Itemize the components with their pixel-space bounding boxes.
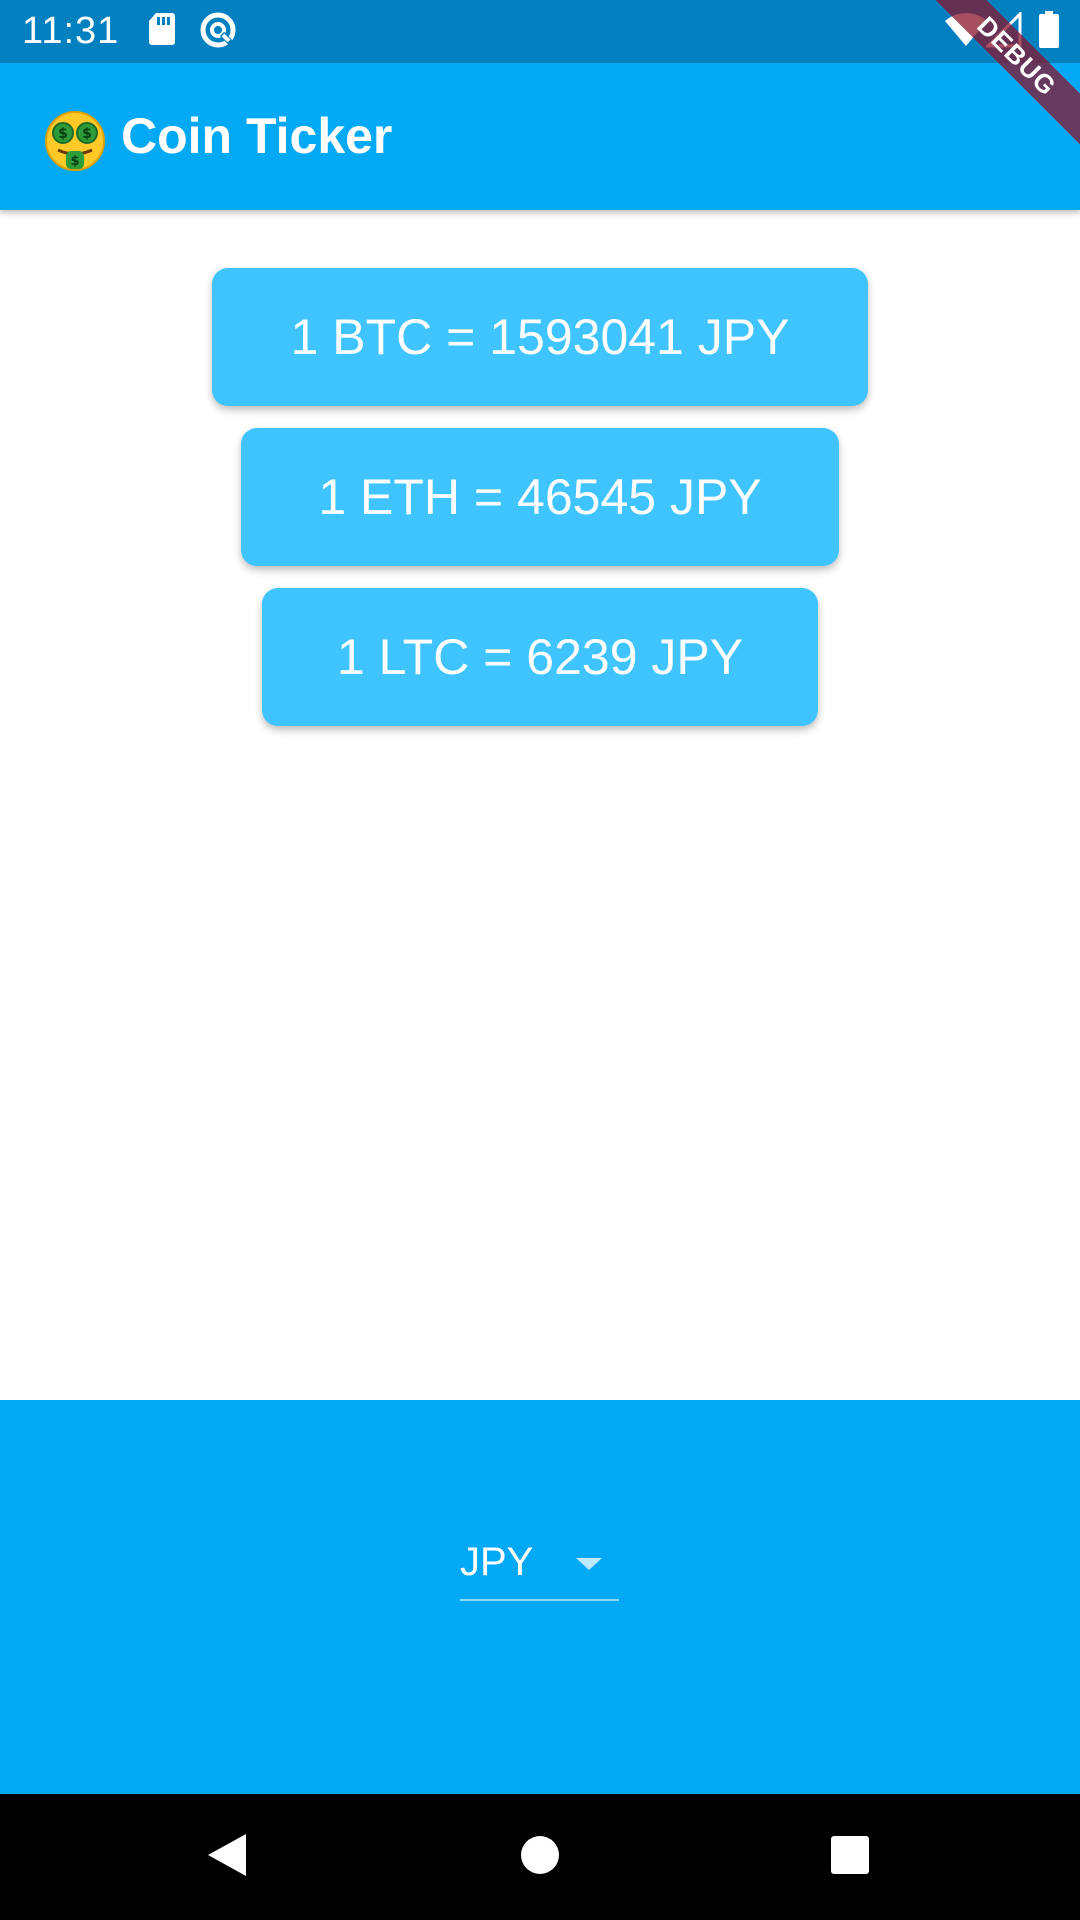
- home-icon: [520, 1835, 560, 1880]
- rate-card-ltc: 1 LTC = 6239 JPY: [262, 588, 818, 726]
- chevron-down-icon: [574, 1556, 604, 1577]
- nav-home-button[interactable]: [480, 1794, 600, 1920]
- currency-picker-panel: JPY: [0, 1400, 1080, 1794]
- svg-text:$: $: [70, 154, 79, 169]
- money-mouth-face-icon: $ $ $: [44, 110, 106, 177]
- nav-back-button[interactable]: [166, 1794, 286, 1920]
- wifi-icon: [944, 12, 988, 53]
- status-time: 11:31: [22, 10, 120, 52]
- currency-dropdown-value: JPY: [460, 1540, 534, 1584]
- sd-card-icon: [148, 12, 176, 51]
- currency-dropdown[interactable]: JPY: [460, 1530, 619, 1601]
- status-bar: 11:31: [0, 0, 1080, 63]
- nav-recents-button[interactable]: [790, 1794, 910, 1920]
- svg-text:$: $: [58, 126, 68, 142]
- app-bar: $ $ $ Coin Ticker: [0, 63, 1080, 210]
- recents-icon: [830, 1835, 870, 1880]
- navigation-bar: [0, 1794, 1080, 1920]
- rate-card-btc: 1 BTC = 1593041 JPY: [212, 268, 868, 406]
- rate-card-eth: 1 ETH = 46545 JPY: [241, 428, 839, 566]
- sync-icon: [198, 10, 238, 55]
- battery-icon: [1038, 11, 1060, 54]
- back-icon: [204, 1832, 248, 1883]
- signal-icon: [984, 10, 1022, 53]
- svg-text:$: $: [82, 126, 92, 142]
- app-title: Coin Ticker: [121, 108, 393, 164]
